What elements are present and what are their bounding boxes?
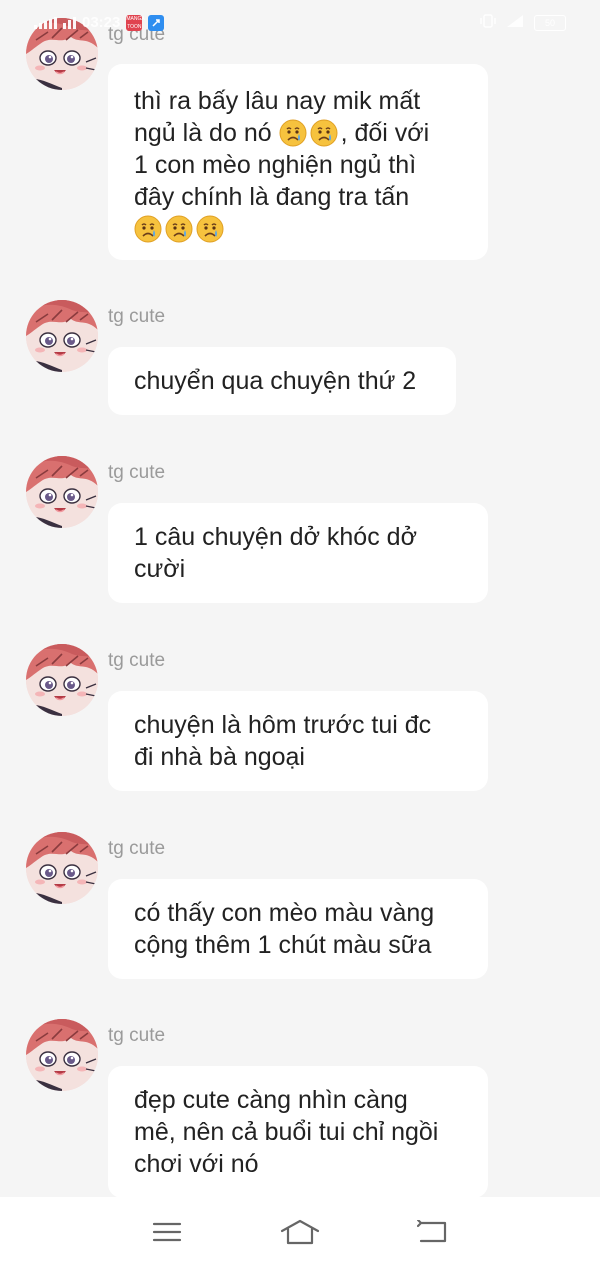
network-icon — [506, 14, 524, 31]
message-text-line: đi nhà bà ngoại — [134, 743, 305, 771]
message-text-line: có thấy con mèo màu vàng — [134, 899, 435, 927]
message-text-line: chơi với nó — [134, 1150, 259, 1178]
message-text-line: cười — [134, 555, 186, 583]
avatar[interactable] — [26, 456, 98, 528]
back-icon — [417, 1220, 447, 1243]
message-text-line: đây chính là đang tra tấn — [134, 183, 410, 211]
crying-face-emoji-icon — [134, 215, 162, 243]
back-button[interactable] — [409, 1208, 457, 1256]
message-text-line: cộng thêm 1 chút màu sữa — [134, 931, 432, 959]
message-bubble[interactable]: đẹp cute càng nhìn càng mê, nên cả buổi … — [108, 1066, 488, 1198]
sender-name: tg cute — [108, 838, 166, 859]
crying-face-emoji-icon — [165, 215, 193, 243]
sender-name: tg cute — [108, 1025, 166, 1046]
message-text-line: ngủ là do nó , đối với — [134, 117, 462, 149]
message-list[interactable]: tg cute thì ra bấy lâu nay mik mất ngủ l… — [0, 0, 600, 1198]
message-text-line: mê, nên cả buổi tui chỉ ngồi — [134, 1118, 439, 1146]
avatar[interactable] — [26, 1019, 98, 1091]
message-bubble[interactable]: có thấy con mèo màu vàng cộng thêm 1 chú… — [108, 879, 488, 979]
message-text-line: 1 con mèo nghiện ngủ thì — [134, 151, 417, 179]
status-bar-left: 03:23 MANGA TOON — [34, 14, 165, 31]
rocket-app-icon — [148, 14, 165, 31]
avatar[interactable] — [26, 644, 98, 716]
status-bar-right: 50 — [480, 14, 566, 31]
menu-button[interactable] — [143, 1208, 191, 1256]
avatar[interactable] — [26, 832, 98, 904]
sender-name: tg cute — [108, 462, 166, 483]
crying-face-emoji-icon — [279, 119, 307, 147]
home-icon — [280, 1219, 320, 1245]
vibrate-icon — [480, 14, 496, 31]
sender-name: tg cute — [108, 650, 166, 671]
status-bar: 03:23 MANGA TOON 50 — [0, 0, 600, 46]
message-bubble[interactable]: chuyện là hôm trước tui đc đi nhà bà ngo… — [108, 691, 488, 791]
wifi-signal-icon — [63, 16, 76, 29]
message-text-line: thì ra bấy lâu nay mik mất — [134, 87, 421, 115]
signal-icon — [34, 16, 57, 29]
chat-screen: 03:23 MANGA TOON 50 tg cute thì ra bấy l… — [0, 0, 600, 1267]
avatar[interactable] — [26, 300, 98, 372]
status-time: 03:23 — [82, 14, 121, 31]
battery-icon: 50 — [534, 14, 566, 31]
message-text-line: chuyển qua chuyện thứ 2 — [134, 367, 417, 395]
message-text-segment: ngủ là do nó — [134, 119, 279, 147]
crying-face-emoji-icon — [196, 215, 224, 243]
emoji-line — [134, 213, 462, 245]
message-bubble[interactable]: thì ra bấy lâu nay mik mất ngủ là do nó … — [108, 64, 488, 260]
system-nav-bar — [0, 1197, 600, 1267]
mangatoon-app-icon: MANGA TOON — [126, 14, 145, 31]
message-text-line: 1 câu chuyện dở khóc dở — [134, 523, 417, 551]
message-bubble[interactable]: chuyển qua chuyện thứ 2 — [108, 347, 456, 415]
message-text-segment: , đối với — [340, 119, 430, 147]
message-text-line: đẹp cute càng nhìn càng — [134, 1086, 408, 1114]
message-bubble[interactable]: 1 câu chuyện dở khóc dở cười — [108, 503, 488, 603]
crying-face-emoji-icon — [310, 119, 338, 147]
message-text-line: chuyện là hôm trước tui đc — [134, 711, 432, 739]
menu-icon — [152, 1222, 181, 1242]
home-button[interactable] — [276, 1208, 324, 1256]
sender-name: tg cute — [108, 306, 166, 327]
